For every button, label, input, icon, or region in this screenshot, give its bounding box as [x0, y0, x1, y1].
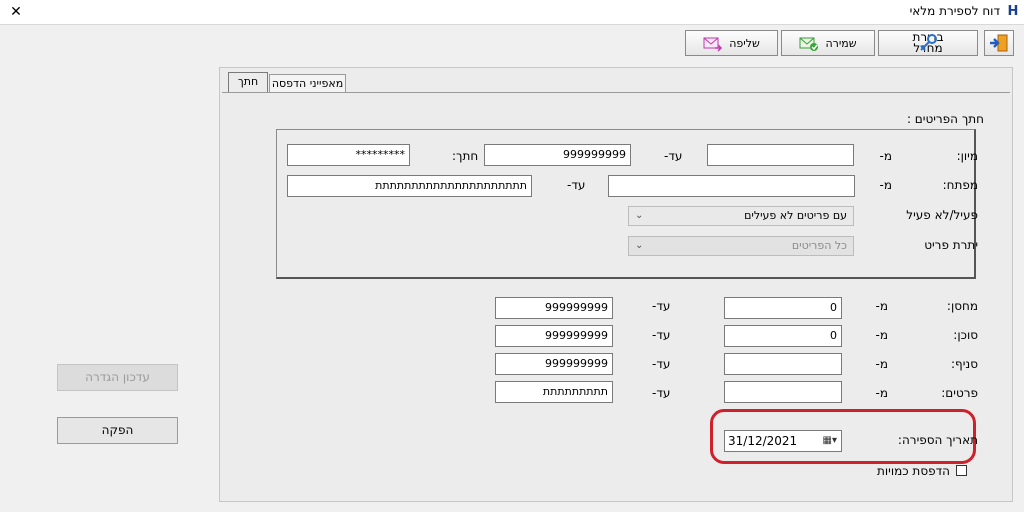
chevron-down-icon: ⌄	[635, 240, 644, 251]
warehouse-to-label: עד-	[652, 299, 671, 313]
sort-from-label: מ-	[879, 149, 892, 163]
details-label: פרטים:	[941, 386, 978, 400]
agent-to-input[interactable]: 999999999	[495, 325, 613, 347]
close-window-button[interactable]: ✕	[6, 2, 26, 22]
save-button[interactable]: שמירה	[781, 30, 875, 56]
active-select[interactable]: עם פריטים לא פעילים ⌄	[628, 206, 854, 226]
print-quantities-label: הדפסת כמויות	[877, 464, 950, 478]
retrieve-label: שליפה	[729, 36, 760, 50]
branch-from-input[interactable]	[724, 353, 842, 375]
tab-print-settings[interactable]: מאפייני הדפסה	[269, 74, 346, 92]
balance-label: יתרת פריט	[924, 238, 978, 252]
calendar-dropdown-icon: ▦▾	[822, 435, 837, 446]
count-date-picker[interactable]: 31/12/2021 ▦▾	[724, 430, 842, 452]
key-icon	[918, 34, 938, 52]
key-to-label: עד-	[567, 178, 586, 192]
sort-to-input[interactable]: 999999999	[484, 144, 631, 166]
details-to-label: עד-	[652, 386, 671, 400]
retrieve-button[interactable]: שליפה	[685, 30, 778, 56]
key-to-input[interactable]: תתתתתתתתתתתתתתתתתתתתת	[287, 175, 532, 197]
chevron-down-icon: ⌄	[635, 210, 644, 221]
key-from-label: מ-	[879, 178, 892, 192]
key-from-input[interactable]	[608, 175, 855, 197]
warehouse-from-label: מ-	[875, 299, 888, 313]
warehouse-label: מחסן:	[946, 299, 978, 313]
details-from-input[interactable]	[724, 381, 842, 403]
sort-to-label: עד-	[664, 149, 683, 163]
details-from-label: מ-	[875, 386, 888, 400]
retrieve-envelope-icon	[703, 34, 723, 52]
save-envelope-icon	[799, 34, 819, 52]
tab-cut[interactable]: חתך	[228, 72, 268, 92]
count-date-label: תאריך הספירה:	[897, 433, 978, 447]
agent-from-input[interactable]: 0	[724, 325, 842, 347]
window-title: דוח לספירת מלאי	[909, 4, 1000, 18]
print-quantities-checkbox[interactable]	[956, 465, 967, 476]
branch-to-label: עד-	[652, 357, 671, 371]
sort-from-input[interactable]	[707, 144, 854, 166]
title-bar	[0, 0, 1024, 25]
exit-button[interactable]	[984, 30, 1014, 56]
branch-from-label: מ-	[875, 357, 888, 371]
section-title: חתך הפריטים :	[906, 112, 984, 126]
run-report-button[interactable]: הפקה	[57, 417, 178, 444]
sort-label: מיון:	[956, 149, 978, 163]
agent-from-label: מ-	[875, 328, 888, 342]
branch-to-input[interactable]: 999999999	[495, 353, 613, 375]
save-label: שמירה	[825, 36, 857, 50]
branch-label: סניף:	[951, 357, 978, 371]
details-to-input[interactable]: תתתתתתתתת	[495, 381, 613, 403]
key-label: מפתח:	[942, 178, 978, 192]
agent-to-label: עד-	[652, 328, 671, 342]
app-logo-icon: H	[1007, 4, 1019, 19]
tab-divider	[222, 92, 1010, 93]
warehouse-from-input[interactable]: 0	[724, 297, 842, 319]
exit-door-icon	[989, 34, 1009, 52]
active-label: פעיל/לא פעיל	[906, 208, 978, 222]
update-definition-button[interactable]: עדכון הגדרה	[57, 364, 178, 391]
cut-label: חתך:	[452, 149, 479, 163]
balance-select[interactable]: כל הפריטים ⌄	[628, 236, 854, 256]
default-settings-button[interactable]: ברירת מחדל	[878, 30, 978, 56]
warehouse-to-input[interactable]: 999999999	[495, 297, 613, 319]
agent-label: סוכן:	[953, 328, 978, 342]
cut-input[interactable]: *********	[287, 144, 410, 166]
